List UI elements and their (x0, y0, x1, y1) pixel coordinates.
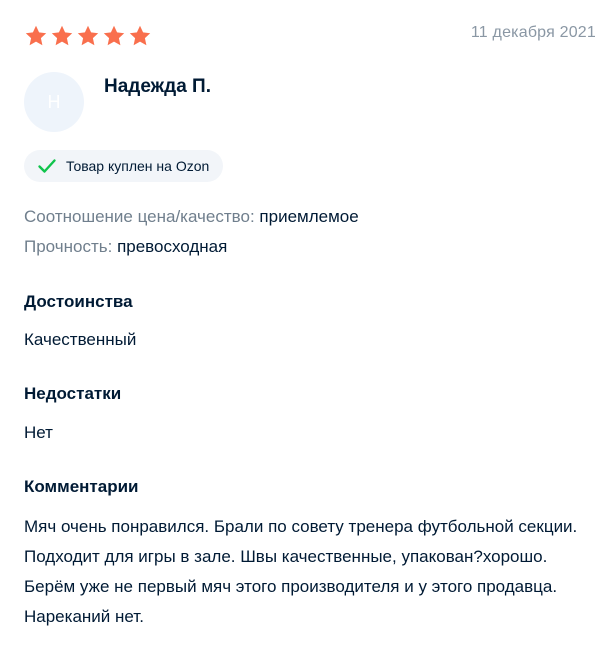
cons-text: Нет (24, 423, 53, 442)
attribute-price-quality: Соотношение цена/качество: приемлемое (24, 207, 359, 227)
star-icon (25, 25, 47, 46)
cons-heading: Недостатки (24, 384, 122, 403)
purchase-badge: Товар куплен на Ozon (24, 150, 224, 182)
check-icon (38, 159, 56, 173)
rating-stars (24, 24, 152, 48)
star-icon (103, 25, 125, 46)
avatar[interactable]: Н (24, 72, 84, 132)
star-icon (51, 25, 73, 46)
star-icon (77, 25, 99, 46)
purchase-badge-label: Товар куплен на Ozon (66, 158, 210, 174)
attribute-key: Соотношение цена/качество: (24, 207, 255, 226)
author-name[interactable]: Надежда П. (104, 76, 211, 98)
comment-heading: Комментарии (24, 477, 139, 496)
comment-text: Мяч очень понравился. Брали по совету тр… (24, 517, 578, 626)
review-date: 11 декабря 2021 (470, 24, 596, 41)
review-card: 11 декабря 2021 Н Надежда П. Товар купле… (0, 0, 608, 671)
attribute-durability: Прочность: превосходная (24, 237, 227, 257)
star-icon (129, 25, 151, 46)
avatar-initial: Н (47, 91, 61, 112)
pros-heading: Достоинства (24, 292, 133, 311)
attribute-value: приемлемое (259, 207, 359, 226)
attribute-value: превосходная (117, 237, 228, 256)
pros-text: Качественный (24, 330, 137, 349)
attribute-key: Прочность: (24, 237, 113, 256)
